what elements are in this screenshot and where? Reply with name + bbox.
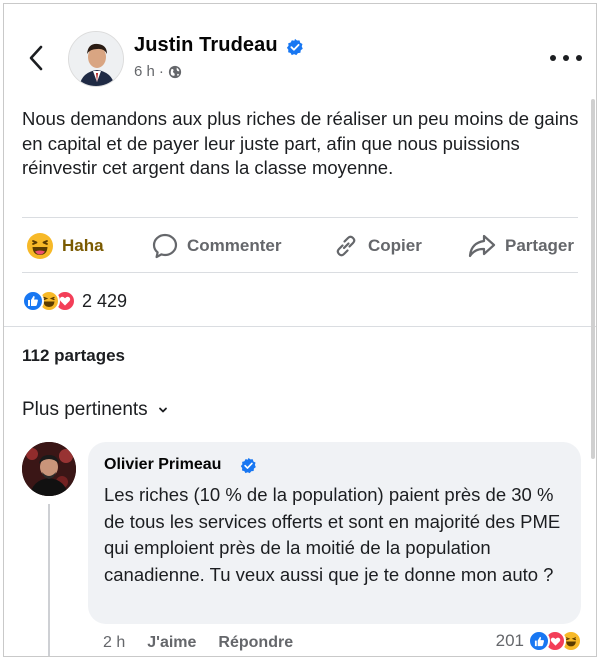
post-header: Justin Trudeau 6 h · [4, 4, 596, 96]
meta-separator: · [158, 63, 164, 80]
divider [22, 217, 578, 218]
share-arrow-icon [468, 234, 496, 258]
post-meta: 6 h · [134, 63, 182, 80]
comment-author[interactable]: Olivier Primeau [104, 456, 221, 474]
copy-label: Copier [368, 236, 422, 255]
section-divider [4, 326, 596, 327]
sort-label: Plus pertinents [22, 399, 148, 420]
chevron-left-icon [29, 45, 43, 71]
more-options-button[interactable] [550, 48, 582, 68]
comment-reactions[interactable]: 201 [496, 629, 582, 653]
back-button[interactable] [22, 44, 50, 72]
haha-emoji-icon [27, 233, 53, 259]
haha-label: Haha [62, 236, 104, 255]
verified-badge-icon [286, 38, 303, 56]
share-label: Partager [505, 236, 574, 255]
divider [22, 272, 578, 273]
action-bar: Haha Commenter Copier Partager [4, 226, 596, 266]
like-icon [22, 290, 44, 312]
haha-reaction-button[interactable]: Haha [26, 226, 104, 266]
shares-count[interactable]: 112 partages [22, 346, 125, 366]
comment-footer: 2 h J'aime Répondre [103, 632, 293, 654]
comment-sort-dropdown[interactable]: Plus pertinents [22, 399, 168, 421]
thread-line [48, 504, 50, 656]
comment-time[interactable]: 2 h [103, 634, 125, 652]
post-view: Justin Trudeau 6 h · Nous demandons aux … [3, 3, 597, 657]
comment-text: Les riches (10 % de la population) paien… [104, 484, 561, 585]
post-text: Nous demandons aux plus riches de réalis… [22, 108, 579, 178]
verified-badge-icon [240, 457, 256, 474]
copy-link-button[interactable]: Copier [332, 226, 422, 266]
share-button[interactable]: Partager [467, 226, 574, 266]
comment-bubble: Olivier Primeau Les riches (10 % de la p… [88, 442, 581, 624]
comment-reaction-count: 201 [495, 631, 524, 650]
link-icon [336, 235, 356, 257]
post-time[interactable]: 6 h [134, 63, 155, 80]
like-icon [528, 630, 550, 652]
scrollbar[interactable] [591, 99, 595, 459]
commenter-avatar[interactable] [22, 442, 76, 496]
comment-like-button[interactable]: J'aime [147, 634, 196, 652]
dot-icon [563, 55, 569, 61]
author-avatar[interactable] [68, 31, 124, 87]
reactions-summary[interactable]: 2 429 [22, 290, 127, 312]
globe-icon [168, 65, 181, 78]
dot-icon [576, 55, 582, 61]
profile-photo [69, 32, 123, 86]
comment-reply-button[interactable]: Répondre [218, 634, 293, 652]
author-name[interactable]: Justin Trudeau [134, 34, 278, 57]
comment-label: Commenter [187, 236, 282, 255]
comment-bubble-icon [152, 233, 178, 259]
profile-photo [22, 442, 76, 496]
dot-icon [550, 55, 556, 61]
reaction-count: 2 429 [82, 290, 128, 311]
chevron-down-icon [158, 407, 167, 413]
comment-button[interactable]: Commenter [151, 226, 281, 266]
